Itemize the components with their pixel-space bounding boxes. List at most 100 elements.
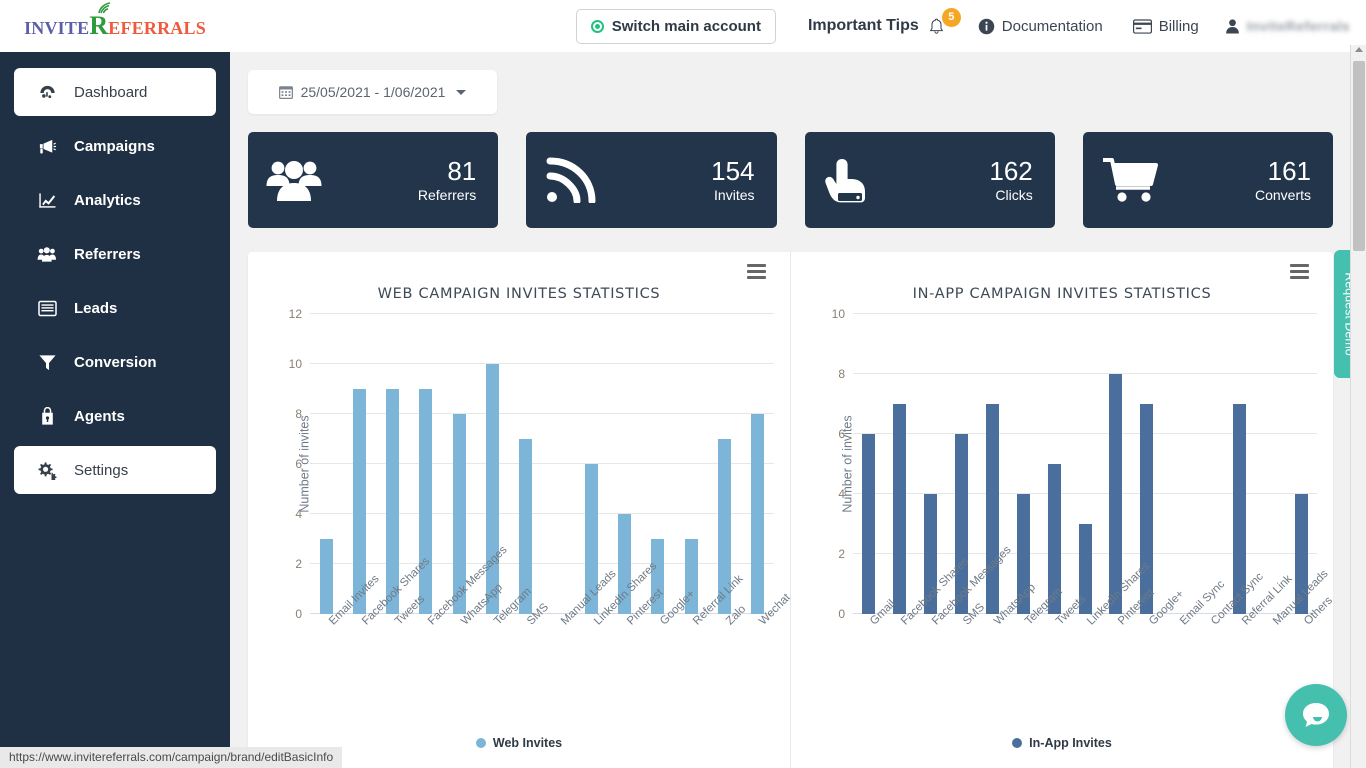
web-chart-plot: Number of invites 024681012 Email Invite… [248,314,790,614]
bar[interactable] [862,434,875,614]
web-legend-dot-icon [476,738,486,748]
bar-slot [1008,314,1039,614]
bar[interactable] [893,404,906,614]
documentation-link[interactable]: Documentation [978,18,1103,35]
stat-values-converts: 161 Converts [1255,157,1311,203]
info-icon [978,18,995,35]
bar[interactable] [1140,404,1153,614]
bar-slot [343,314,376,614]
stat-label-clicks: Clicks [989,187,1032,203]
bar-slot [1101,314,1132,614]
radio-dot-icon [591,20,604,33]
stat-values-clicks: 162 Clicks [989,157,1032,203]
bar-slot [542,314,575,614]
y-axis-tick: 4 [295,507,302,521]
switch-main-account-button[interactable]: Switch main account [576,9,776,44]
stat-value-converts: 161 [1255,157,1311,185]
sidebar-label-analytics: Analytics [74,192,141,209]
bar-slot [443,314,476,614]
bar[interactable] [986,404,999,614]
app-root: INVITEREFERRALS Switch main account Impo… [0,0,1366,768]
status-bar-url: https://www.invitereferrals.com/campaign… [0,747,342,768]
date-range-picker[interactable]: 25/05/2021 - 1/06/2021 [248,70,497,114]
bar-slot [310,314,343,614]
stat-label-invites: Invites [711,187,754,203]
web-campaign-chart: WEB CAMPAIGN INVITES STATISTICS Number o… [248,252,790,768]
tips-count-badge: 5 [942,8,961,27]
bar-slot [915,314,946,614]
date-range-label: 25/05/2021 - 1/06/2021 [301,84,446,100]
scrollbar-up-arrow-icon[interactable] [1355,47,1363,52]
stat-value-clicks: 162 [989,157,1032,185]
stat-cards-row: 81 Referrers 154 Invites 162 [230,114,1351,228]
x-label-slot: Pinterest [1101,614,1132,704]
wifi-icon [97,2,113,14]
chat-bubble-icon [1301,700,1331,730]
hamburger-menu-icon[interactable] [747,264,766,282]
important-tips-link[interactable]: Important Tips 5 [808,17,948,35]
logo-text: INVITEREFERRALS [24,11,206,41]
bar-slot [1162,314,1193,614]
sidebar-item-leads[interactable]: Leads [14,284,216,332]
sidebar-item-agents[interactable]: Agents [14,392,216,440]
documentation-label: Documentation [1002,18,1103,35]
stat-value-referrers: 81 [418,157,476,185]
y-axis-tick: 2 [295,557,302,571]
user-account-menu[interactable]: InviteReferrals [1225,18,1350,34]
gears-icon [36,461,58,480]
sidebar-item-campaigns[interactable]: Campaigns [14,122,216,170]
hamburger-menu-icon[interactable] [1290,264,1309,282]
brand-logo[interactable]: INVITEREFERRALS [0,11,230,41]
x-label-slot: Tweets [376,614,409,704]
logo-r-letter: R [89,11,108,40]
bar[interactable] [486,364,499,614]
bar-slot [509,314,542,614]
list-icon [36,300,58,317]
bar-series [310,314,774,614]
top-header-bar: INVITEREFERRALS Switch main account Impo… [0,0,1366,52]
bar-slot [608,314,641,614]
browser-scrollbar[interactable] [1350,45,1366,768]
stat-value-invites: 154 [711,157,754,185]
x-label-slot: Email Sync [1162,614,1193,704]
logo-r-text: R [89,11,108,40]
bar[interactable] [320,539,333,614]
sidebar-item-analytics[interactable]: Analytics [14,176,216,224]
bar-slot [1039,314,1070,614]
x-label-slot: Facebook Shares [884,614,915,704]
chat-widget-button[interactable] [1285,684,1347,746]
sidebar-item-conversion[interactable]: Conversion [14,338,216,386]
scrollbar-thumb[interactable] [1353,61,1365,251]
sidebar-item-referrers[interactable]: Referrers [14,230,216,278]
user-name-label: InviteReferrals [1247,18,1350,34]
billing-link[interactable]: Billing [1133,18,1199,35]
bar-slot [675,314,708,614]
y-axis-tick: 2 [838,547,845,561]
sidebar-item-dashboard[interactable]: Dashboard [14,68,216,116]
user-avatar-icon [1225,18,1240,34]
bar-slot [575,314,608,614]
x-label-slot: Referral Link [1224,614,1255,704]
bar-slot [1286,314,1317,614]
sidebar-label-dashboard: Dashboard [74,84,147,101]
group-icon [266,158,322,202]
x-label-slot: Referral Link [675,614,708,704]
stat-card-invites[interactable]: 154 Invites [526,132,776,228]
inapp-chart-legend[interactable]: In-App Invites [791,736,1333,750]
bar[interactable] [751,414,764,614]
stat-card-referrers[interactable]: 81 Referrers [248,132,498,228]
bar[interactable] [1109,374,1122,614]
switch-main-account-label: Switch main account [612,18,761,35]
inapp-chart-title: IN-APP CAMPAIGN INVITES STATISTICS [791,286,1333,302]
bar[interactable] [419,389,432,614]
bar-slot [1070,314,1101,614]
sidebar-label-agents: Agents [74,408,125,425]
credit-card-icon [1133,19,1152,34]
x-label-slot: Pinterest [608,614,641,704]
y-axis-tick: 0 [838,607,845,621]
rss-icon [544,157,596,203]
sidebar-item-settings[interactable]: Settings [14,446,216,494]
chevron-down-icon [456,90,466,95]
stat-card-converts[interactable]: 161 Converts [1083,132,1333,228]
stat-card-clicks[interactable]: 162 Clicks [805,132,1055,228]
